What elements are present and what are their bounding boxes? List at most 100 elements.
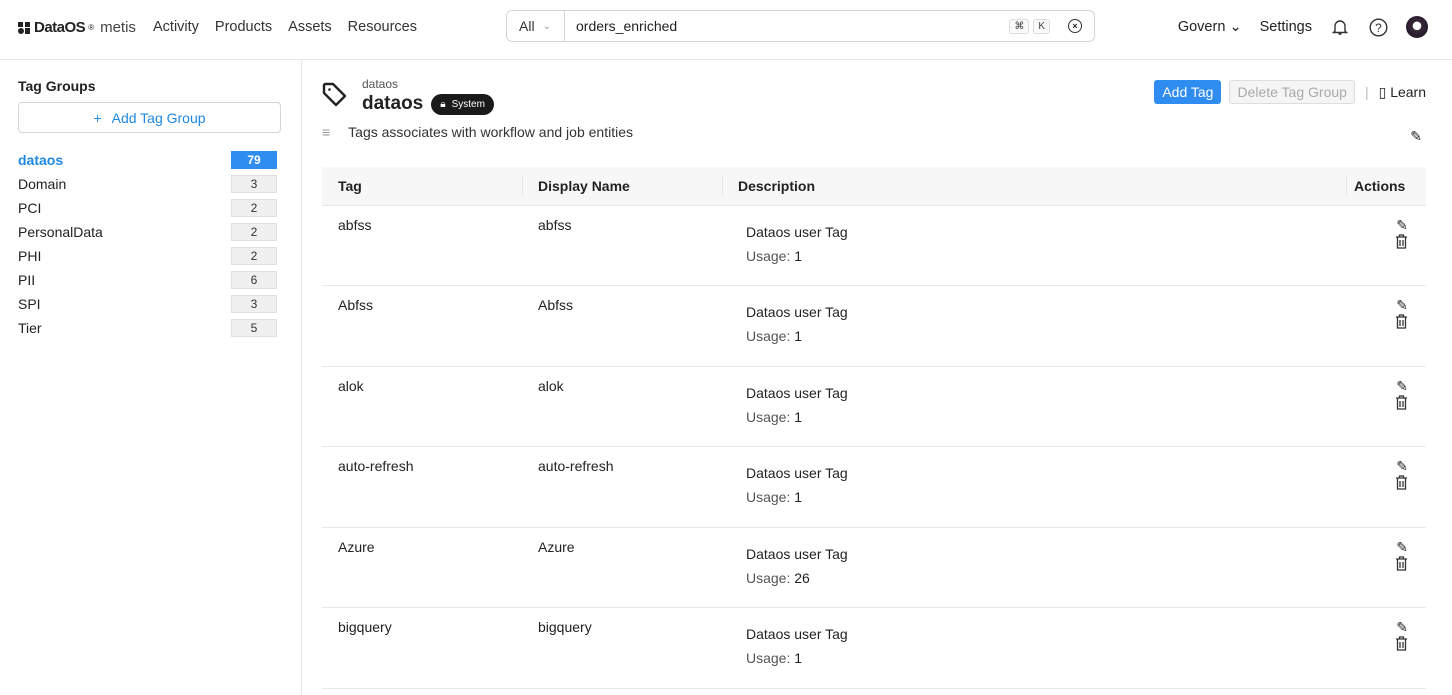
top-bar: DataOS ® metis Activity Products Assets Re…: [0, 0, 1452, 60]
add-tag-group-button[interactable]: + Add Tag Group: [18, 102, 281, 133]
bell-icon[interactable]: [1330, 17, 1350, 37]
sidebar-item-dataos[interactable]: dataos 79: [18, 148, 277, 172]
delete-tag-group-button[interactable]: Delete Tag Group: [1229, 80, 1355, 104]
group-count: 5: [231, 319, 277, 337]
breadcrumb[interactable]: dataos: [362, 77, 398, 91]
govern-label: Govern: [1177, 19, 1226, 35]
actions-cell: ✎: [1346, 527, 1426, 608]
tag-description: Dataos user Tag: [746, 223, 848, 240]
usage-label: Usage:: [746, 408, 791, 425]
help-icon[interactable]: ?: [1368, 17, 1388, 37]
column-description: Description: [722, 167, 1346, 206]
usage: Usage: 1: [746, 328, 1346, 344]
sidebar-item-domain[interactable]: Domain 3: [18, 172, 277, 196]
trash-icon[interactable]: [1395, 555, 1408, 574]
group-count: 6: [231, 271, 277, 289]
lock-icon: 🔒︎: [440, 98, 446, 110]
edit-icon[interactable]: ✎: [1396, 217, 1408, 233]
usage-label: Usage:: [746, 650, 791, 666]
group-name: Domain: [18, 176, 67, 192]
tag-description: Dataos user Tag: [746, 545, 848, 562]
group-description: Tags associates with workflow and job en…: [348, 124, 633, 140]
tag-description: Dataos user Tag: [746, 626, 848, 642]
trash-icon[interactable]: [1395, 314, 1408, 332]
display-name-cell: Azure: [522, 527, 722, 608]
usage-label: Usage:: [746, 328, 791, 344]
group-count: 2: [231, 199, 277, 217]
search-bar: All ⌄ ⌘ K ×: [506, 10, 1095, 42]
sidebar-item-tier[interactable]: Tier 5: [18, 316, 277, 340]
tag-cell: alok: [322, 366, 522, 447]
divider: |: [1364, 84, 1369, 100]
usage-count: 1: [794, 328, 803, 344]
usage-count: 1: [794, 247, 803, 264]
usage-label: Usage:: [746, 247, 791, 264]
group-count: 3: [231, 295, 277, 313]
tags-table: Tag Display Name Description Actions abf…: [322, 167, 1426, 689]
usage: Usage: 1: [746, 650, 1346, 666]
table-row: bigquery bigquery Dataos user Tag Usage: 1 ✎: [322, 607, 1426, 689]
trash-icon[interactable]: [1395, 475, 1408, 493]
table-row: alok alok Dataos user Tag Usage: 1 ✎: [322, 366, 1426, 447]
search-input[interactable]: [565, 18, 1010, 34]
plus-icon: +: [93, 109, 102, 126]
add-tag-button[interactable]: Add Tag: [1154, 80, 1222, 104]
actions-cell: ✎: [1346, 607, 1426, 689]
chevron-down-icon: ⌄: [1229, 19, 1242, 35]
edit-description-icon[interactable]: ✎: [1410, 128, 1422, 145]
tag-icon: [322, 82, 348, 111]
govern-menu[interactable]: Govern ⌄: [1178, 19, 1242, 35]
description-cell: Dataos user Tag Usage: 1: [722, 607, 1346, 689]
usage-count: 1: [794, 489, 803, 505]
usage-label: Usage:: [746, 489, 791, 505]
tag-description: Dataos user Tag: [746, 384, 848, 401]
nav-activity[interactable]: Activity: [153, 19, 199, 35]
table-row: Azure Azure Dataos user Tag Usage: 26 ✎: [322, 527, 1426, 608]
usage-count: 1: [794, 408, 803, 425]
description-cell: Dataos user Tag Usage: 1: [722, 285, 1346, 367]
nav-resources[interactable]: Resources: [348, 19, 417, 35]
nav-products[interactable]: Products: [215, 19, 272, 35]
logo-product: metis: [100, 19, 136, 36]
nav-assets[interactable]: Assets: [288, 19, 332, 35]
edit-icon[interactable]: ✎: [1396, 297, 1408, 313]
sidebar-item-pii[interactable]: PII 6: [18, 268, 277, 292]
settings-link[interactable]: Settings: [1260, 19, 1312, 35]
group-count: 79: [231, 151, 277, 169]
sidebar-item-pci[interactable]: PCI 2: [18, 196, 277, 220]
edit-icon[interactable]: ✎: [1396, 458, 1408, 474]
edit-icon[interactable]: ✎: [1396, 539, 1408, 555]
edit-icon[interactable]: ✎: [1396, 619, 1408, 635]
tag-description: Dataos user Tag: [746, 304, 848, 320]
logo-brand: DataOS: [34, 19, 86, 36]
sidebar: Tag Groups + Add Tag Group dataos 79 Domain…: [0, 60, 302, 695]
trash-icon[interactable]: [1395, 233, 1408, 252]
main-nav: Activity Products Assets Resources: [153, 19, 417, 35]
edit-icon[interactable]: ✎: [1396, 378, 1408, 394]
tag-cell: Azure: [322, 527, 522, 608]
tag-cell: auto-refresh: [322, 446, 522, 528]
sidebar-item-personaldata[interactable]: PersonalData 2: [18, 220, 277, 244]
sidebar-item-phi[interactable]: PHI 2: [18, 244, 277, 268]
column-display-name: Display Name: [522, 167, 722, 206]
actions-cell: ✎: [1346, 285, 1426, 367]
group-name: Tier: [18, 320, 42, 336]
usage-label: Usage:: [746, 569, 791, 586]
avatar[interactable]: [1406, 16, 1428, 38]
usage: Usage: 1: [746, 409, 1346, 425]
description-cell: Dataos user Tag Usage: 26: [722, 527, 1346, 608]
trash-icon[interactable]: [1395, 636, 1408, 654]
dataos-logo-icon: [18, 21, 30, 34]
logo[interactable]: DataOS ® metis: [18, 19, 136, 36]
clear-search-icon[interactable]: ×: [1068, 19, 1082, 33]
group-count: 2: [231, 223, 277, 241]
k-key-hint: K: [1033, 18, 1050, 34]
group-name: PersonalData: [18, 224, 103, 240]
usage-count: 1: [794, 650, 803, 666]
search-scope-select[interactable]: All ⌄: [507, 11, 565, 41]
sidebar-item-spi[interactable]: SPI 3: [18, 292, 277, 316]
learn-link[interactable]: ▯ Learn: [1379, 84, 1426, 101]
tag-cell: bigquery: [322, 607, 522, 689]
trash-icon[interactable]: [1395, 394, 1408, 413]
book-icon: ▯: [1378, 83, 1387, 100]
